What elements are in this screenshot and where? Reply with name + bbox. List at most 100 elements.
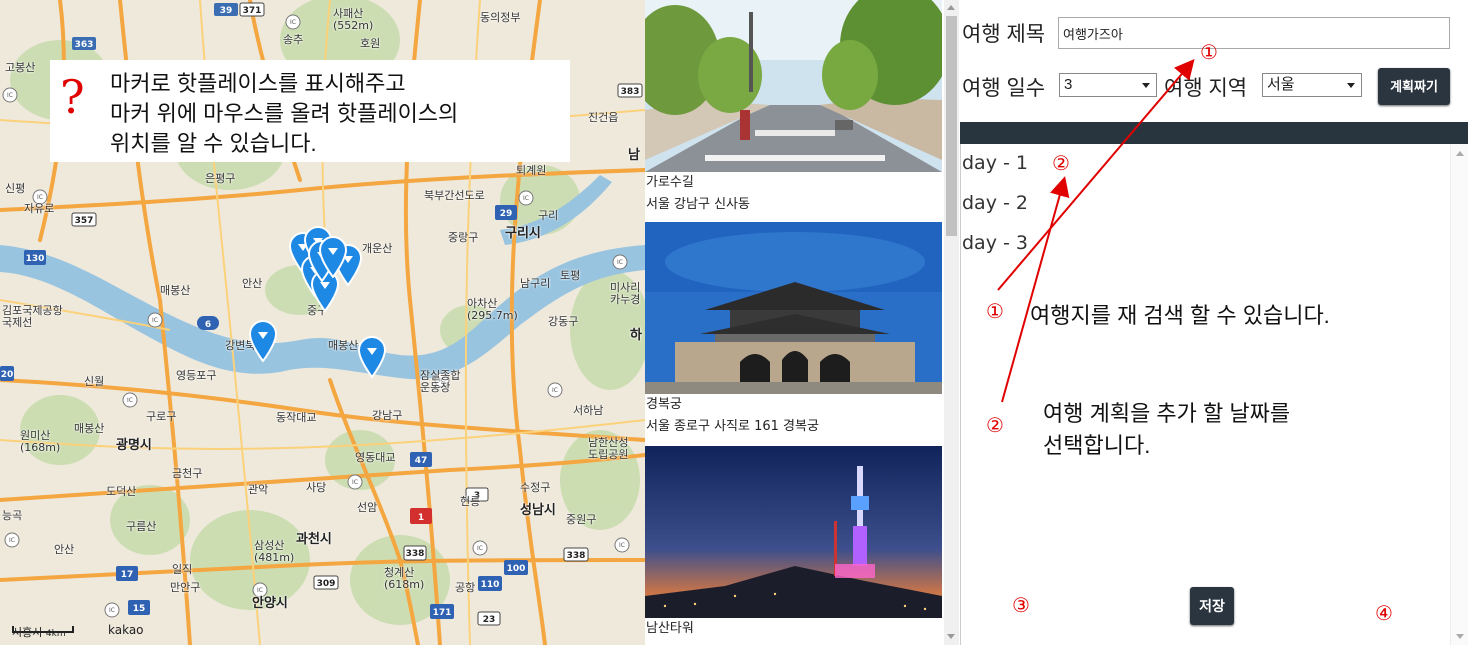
svg-text:338: 338 <box>406 549 425 559</box>
svg-text:100: 100 <box>507 564 526 574</box>
map-scale-label: 4km <box>45 629 66 639</box>
trip-title-label: 여행 제목 <box>962 23 1046 46</box>
annotation-marker-1: ① <box>986 299 1004 323</box>
place-card[interactable]: 남산타워 <box>645 446 942 640</box>
map-place-label: 매봉산 <box>160 284 191 297</box>
scroll-up-icon[interactable] <box>1456 151 1464 156</box>
svg-text:23: 23 <box>483 615 496 625</box>
hotplace-marker-icon[interactable] <box>318 236 348 279</box>
svg-text:IC: IC <box>477 545 483 552</box>
trip-days-value: 3 <box>1064 76 1073 93</box>
place-address: 서울 종로구 사직로 161 경복궁 <box>646 419 819 434</box>
svg-text:47: 47 <box>415 456 428 466</box>
map-place-label: 청계산 (618m) <box>384 566 425 591</box>
scroll-down-icon[interactable] <box>947 634 955 639</box>
svg-text:1: 1 <box>418 513 424 523</box>
place-list[interactable]: 가로수길 서울 강남구 신사동 경복궁 서울 종로구 사직로 161 경복궁 남… <box>645 0 960 645</box>
trip-days-label: 여행 일수 <box>962 77 1046 100</box>
map-place-label: 광명시 <box>116 438 152 453</box>
annotation-marker-3: ③ <box>1012 593 1030 617</box>
map-place-label: 신월 <box>84 375 105 388</box>
place-card[interactable]: 경복궁 서울 종로구 사직로 161 경복궁 <box>645 222 942 438</box>
svg-text:39: 39 <box>220 6 233 16</box>
svg-text:110: 110 <box>481 580 500 590</box>
day-item-3[interactable]: day - 3 <box>962 232 1028 254</box>
day-item-2[interactable]: day - 2 <box>962 192 1028 214</box>
annotation-marker-1: ① <box>1200 40 1218 64</box>
svg-text:IC: IC <box>9 537 15 544</box>
map-panel[interactable]: 363 39 371 357 130 29 383 47 1 3 338 100… <box>0 0 645 645</box>
svg-text:357: 357 <box>75 216 94 226</box>
map-place-label: 잠실종합 운동장 <box>420 369 461 394</box>
map-place-label: 토평 <box>560 269 581 282</box>
map-place-label: 개운산 <box>362 242 393 255</box>
svg-text:20: 20 <box>1 370 14 380</box>
map-place-label: 수정구 <box>520 481 551 494</box>
map-note-line-3: 위치를 알 수 있습니다. <box>110 131 317 156</box>
scroll-up-icon[interactable] <box>947 5 955 10</box>
svg-text:IC: IC <box>552 387 558 394</box>
map-place-label: 과천시 <box>296 532 332 547</box>
chevron-down-icon <box>1142 83 1150 88</box>
place-list-scrollbar[interactable] <box>944 0 959 645</box>
trip-region-select[interactable]: 서울 <box>1262 73 1362 97</box>
map-place-label: 강남구 <box>372 409 403 422</box>
map-place-label: 구리시 <box>505 226 541 241</box>
map-help-note: ? 마커로 핫플레이스를 표시해주고 마커 위에 마우스를 올려 핫플레이스의 … <box>50 60 570 162</box>
map-place-label: 안산 <box>54 543 75 556</box>
trip-days-select[interactable]: 3 <box>1059 73 1157 97</box>
hotplace-marker-icon[interactable] <box>248 320 278 363</box>
map-place-label: 은평구 <box>205 172 236 185</box>
map-place-label: 성남시 <box>520 503 556 518</box>
make-plan-button[interactable]: 계획짜기 <box>1378 68 1450 105</box>
trip-region-value: 서울 <box>1267 76 1295 93</box>
map-place-label: 공항 <box>455 581 476 594</box>
trip-planner: 여행 제목 여행 일수 3 여행 지역 서울 계획짜기 day - 1 day … <box>960 0 1470 645</box>
svg-text:IC: IC <box>7 92 13 99</box>
place-card[interactable]: 가로수길 서울 강남구 신사동 <box>645 0 942 216</box>
map-place-label: 삼성산 (481m) <box>254 539 295 564</box>
map-place-label: 일직 <box>172 563 193 576</box>
hotplace-marker-icon[interactable] <box>357 336 387 379</box>
map-place-label: 중원구 <box>566 513 597 526</box>
map-place-label: 영동대교 <box>355 451 396 464</box>
svg-text:363: 363 <box>75 40 94 50</box>
map-place-label: 신평 <box>5 182 26 195</box>
day-list-header <box>960 122 1468 144</box>
map-place-label: 원미산 (168m) <box>20 429 61 454</box>
map-place-label: 고봉산 <box>5 61 36 74</box>
save-button[interactable]: 저장 <box>1190 587 1234 625</box>
trip-title-input[interactable] <box>1058 17 1450 49</box>
map-place-label: 안산 <box>242 277 263 290</box>
day-item-1[interactable]: day - 1 <box>962 152 1028 174</box>
svg-text:IC: IC <box>109 607 115 614</box>
svg-text:IC: IC <box>352 479 358 486</box>
map-note-line-2: 마커 위에 마우스를 올려 핫플레이스의 <box>110 101 459 126</box>
map-place-label: 매봉산 <box>328 339 359 352</box>
svg-text:17: 17 <box>121 570 134 580</box>
svg-text:338: 338 <box>567 551 586 561</box>
map-place-label: 서하남 <box>573 404 604 417</box>
place-name: 경복궁 <box>646 397 682 412</box>
map-place-label: 중랑구 <box>448 231 479 244</box>
annotation-note-1: 여행지를 재 검색 할 수 있습니다. <box>1030 303 1330 328</box>
map-place-label: 사패산 (552m) <box>333 7 374 32</box>
map-place-label: 구름산 <box>126 520 157 533</box>
map-place-label: 퇴계원 <box>516 164 547 177</box>
map-place-label: 도덕산 <box>106 485 137 498</box>
map-place-label: 남 <box>628 148 640 163</box>
trip-region-label: 여행 지역 <box>1164 77 1248 100</box>
scroll-down-icon[interactable] <box>1456 634 1464 639</box>
svg-text:IC: IC <box>617 259 623 266</box>
svg-text:171: 171 <box>433 608 452 618</box>
map-place-label: 북부간선도로 <box>424 189 485 202</box>
place-photo <box>645 222 942 394</box>
map-place-label: 강동구 <box>548 315 579 328</box>
map-place-label: 하 <box>630 328 642 343</box>
svg-text:29: 29 <box>500 209 513 219</box>
kakao-logo: kakao <box>108 623 144 637</box>
day-list-scrollbar[interactable] <box>1450 144 1468 645</box>
place-name: 가로수길 <box>646 175 694 190</box>
annotation-marker-2: ② <box>986 413 1004 437</box>
scrollbar-thumb[interactable] <box>946 16 957 236</box>
